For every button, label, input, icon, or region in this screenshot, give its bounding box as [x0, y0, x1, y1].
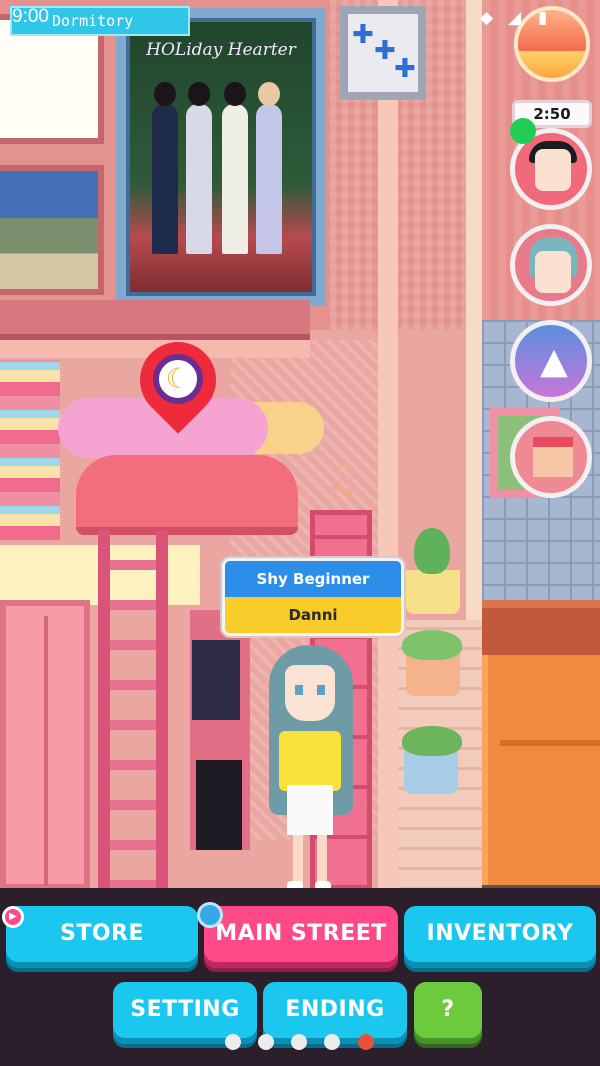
poster-image: HOLiday Hearter — [126, 18, 316, 296]
signal-icon: ◢ — [508, 8, 522, 28]
shop-icon — [533, 437, 573, 477]
character-skirt — [287, 785, 333, 835]
hanging-clothes — [192, 640, 240, 720]
loft-bed[interactable] — [76, 455, 298, 535]
sun-icon[interactable] — [514, 6, 590, 82]
page-dot[interactable] — [258, 1034, 274, 1050]
top-shelf — [0, 300, 310, 340]
band-poster: HOLiday Hearter — [116, 8, 326, 306]
page-dot[interactable] — [225, 1034, 241, 1050]
hanging-dress — [196, 760, 242, 850]
character-top — [279, 731, 341, 791]
location-pin[interactable]: ☾ — [124, 326, 232, 434]
player-nametag: Shy Beginner Danni — [222, 558, 404, 636]
page-dot[interactable] — [324, 1034, 340, 1050]
poster-figure — [222, 82, 248, 254]
notification-dot — [197, 902, 223, 928]
character-eye — [317, 685, 325, 695]
location-name: Dormitory — [52, 12, 134, 30]
poster-figure — [186, 82, 212, 254]
book-shelf — [0, 360, 60, 540]
store-button[interactable]: STORE — [6, 906, 198, 968]
avatar-face — [535, 149, 571, 191]
bed-ladder — [98, 530, 168, 890]
girl-avatar-button[interactable] — [510, 224, 592, 306]
wifi-icon: ◆ — [480, 8, 494, 28]
play-icon: ▶ — [2, 906, 24, 928]
battery-icon: ▮ — [538, 8, 548, 28]
headphones-icon[interactable]: ♫ — [318, 454, 366, 502]
plant — [402, 726, 462, 756]
character-leg — [293, 835, 303, 883]
dress-icon: ▲ — [540, 341, 568, 382]
fridge — [482, 655, 600, 885]
plant-pot — [406, 570, 460, 614]
wall-photo — [0, 165, 104, 295]
shop-button[interactable] — [510, 416, 592, 498]
wardrobe-button[interactable]: ▲ — [510, 320, 592, 402]
page-dot-active[interactable] — [358, 1034, 374, 1050]
plant — [402, 630, 462, 660]
poster-figure — [256, 82, 282, 254]
player-name: Danni — [225, 597, 401, 633]
avatar-face — [535, 251, 571, 293]
poster-title: HOLiday Hearter — [146, 40, 296, 60]
wardrobe[interactable] — [0, 600, 90, 890]
inventory-button[interactable]: INVENTORY — [404, 906, 596, 968]
character-face — [285, 665, 335, 721]
wall-pillar — [378, 0, 398, 900]
fridge-handle — [500, 740, 600, 746]
game-scene[interactable]: HOLiday Hearter ✚ ✚ ✚ ♫ Shy Beginner Dan… — [0, 0, 600, 1066]
kitchen-counter — [482, 600, 600, 660]
plant-pot — [404, 750, 458, 794]
cactus-plant — [414, 528, 450, 574]
small-picture-frame: ✚ ✚ ✚ — [340, 6, 426, 100]
player-character[interactable] — [255, 645, 365, 895]
moon-icon: ☾ — [153, 354, 203, 404]
player-title: Shy Beginner — [225, 561, 401, 597]
main-street-button[interactable]: MAIN STREET — [204, 906, 398, 968]
help-button[interactable]: ? — [414, 982, 482, 1044]
page-dot[interactable] — [291, 1034, 307, 1050]
character-leg — [317, 835, 327, 883]
online-indicator — [510, 118, 536, 144]
character-eye — [295, 685, 303, 695]
status-time: 9:00 — [12, 6, 49, 27]
poster-figure — [152, 82, 178, 254]
